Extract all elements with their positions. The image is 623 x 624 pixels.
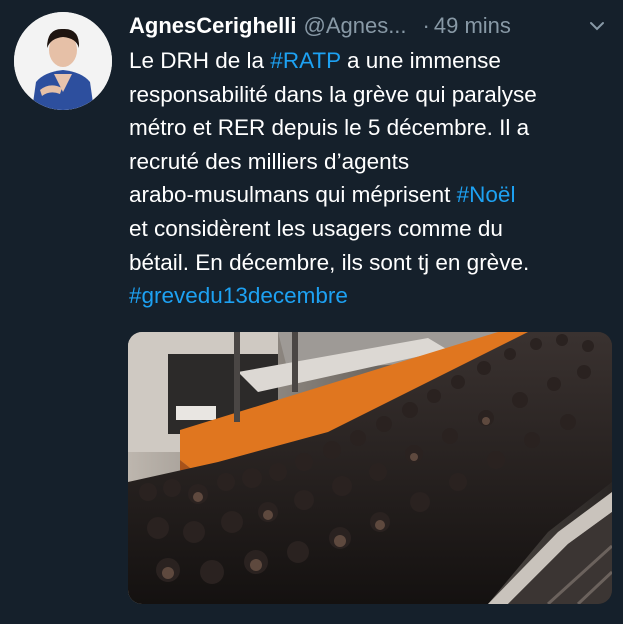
tweet-text: Le DRH de la #RATP a une immense respons…: [129, 44, 614, 313]
display-name[interactable]: AgnesCerighelli: [129, 13, 296, 39]
tweet-photo[interactable]: [128, 332, 612, 604]
avatar[interactable]: [14, 12, 112, 110]
tweet-line: métro et RER depuis le 5 décembre. Il a: [129, 115, 530, 141]
text-segment: a une immense: [340, 48, 501, 73]
tweet[interactable]: AgnesCerighelli @Agnes... · 49 mins Le D…: [0, 0, 623, 624]
user-handle[interactable]: @Agnes...: [303, 13, 406, 39]
text-segment: Le DRH de la: [129, 48, 271, 73]
chevron-down-icon[interactable]: [587, 15, 609, 37]
hashtag-ratp[interactable]: #RATP: [270, 48, 340, 73]
timestamp[interactable]: 49 mins: [434, 13, 511, 39]
tweet-line: responsabilité dans la grève qui paralys…: [129, 81, 537, 107]
hashtag-noel[interactable]: #Noël: [457, 182, 516, 207]
separator-dot: ·: [422, 13, 430, 38]
text-segment: arabo-musulmans qui méprisent: [129, 182, 457, 208]
tweet-line: #grevedu13decembre: [129, 279, 614, 313]
tweet-header: AgnesCerighelli @Agnes... · 49 mins: [129, 10, 609, 42]
tweet-line: et considèrent les usagers comme du: [129, 215, 503, 241]
tweet-line: Le DRH de la #RATP a une immense: [129, 44, 614, 78]
tweet-line: recruté des milliers d’agents: [129, 148, 410, 174]
tweet-line: arabo-musulmans qui méprisent #Noël: [129, 178, 614, 212]
tweet-line: bétail. En décembre, ils sont tj en grèv…: [129, 249, 530, 275]
hashtag-greve[interactable]: #grevedu13decembre: [129, 283, 348, 308]
crowd-photo: [128, 332, 612, 604]
